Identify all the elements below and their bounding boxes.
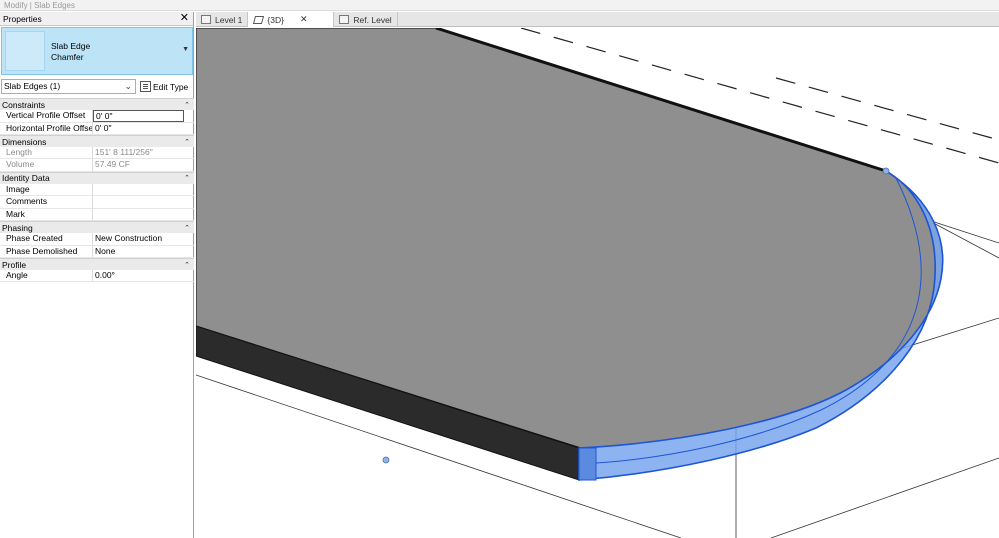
slab-edge-end-face <box>578 447 597 481</box>
tab-ref-level[interactable]: Ref. Level <box>334 12 398 27</box>
tab-label: Ref. Level <box>353 14 392 25</box>
chevron-down-icon: ⌄ <box>124 81 132 91</box>
vertical-profile-offset-input[interactable]: 0' 0" <box>93 110 184 122</box>
tab-3d[interactable]: {3D} ✕ <box>248 12 335 27</box>
collapse-chevron-icon[interactable]: ⌃ <box>184 224 190 232</box>
property-name: Angle <box>0 270 93 282</box>
edit-type-button[interactable]: Edit Type <box>140 79 192 94</box>
grip-point[interactable] <box>382 456 390 464</box>
property-row: Angle 0.00° <box>0 270 194 283</box>
floor-plan-icon <box>201 15 211 24</box>
grip-point[interactable] <box>882 167 890 175</box>
floor-plan-icon <box>339 15 350 24</box>
tab-level-1[interactable]: Level 1 <box>196 12 249 27</box>
property-row: Horizontal Profile Offset 0' 0" <box>0 122 194 135</box>
image-input[interactable] <box>93 184 184 195</box>
horizontal-profile-offset-input[interactable]: 0' 0" <box>93 123 184 134</box>
property-name: Length <box>0 147 93 159</box>
group-constraints[interactable]: Constraints ⌃ <box>0 98 194 111</box>
type-name: Chamfer <box>51 52 84 62</box>
3d-view-canvas[interactable] <box>196 28 999 538</box>
property-name: Vertical Profile Offset <box>0 110 93 122</box>
tab-label: {3D} <box>267 14 284 25</box>
3d-model-drawing <box>196 28 999 538</box>
collapse-chevron-icon[interactable]: ⌃ <box>184 101 190 109</box>
property-name: Comments <box>0 196 93 208</box>
property-row: Mark <box>0 208 194 221</box>
property-row: Phase Demolished None <box>0 245 194 258</box>
property-row: Vertical Profile Offset 0' 0" <box>0 110 194 123</box>
type-selector[interactable]: Slab Edge Chamfer ▼ <box>1 27 193 75</box>
property-row: Image <box>0 184 194 197</box>
properties-table: Constraints ⌃ Vertical Profile Offset 0' 0… <box>0 98 194 283</box>
phase-demolished-select[interactable]: None <box>93 246 184 257</box>
collapse-chevron-icon[interactable]: ⌃ <box>184 174 190 182</box>
mark-input[interactable] <box>93 209 184 220</box>
close-icon[interactable]: ✕ <box>180 13 189 24</box>
group-identity-data[interactable]: Identity Data ⌃ <box>0 171 194 185</box>
property-name: Volume <box>0 159 93 171</box>
property-name: Horizontal Profile Offset <box>0 122 93 134</box>
instance-filter-select[interactable]: Slab Edges (1) ⌄ <box>1 79 136 94</box>
properties-title: Properties <box>3 13 42 24</box>
window-title-bar: Modify | Slab Edges <box>0 0 999 11</box>
type-family-name: Slab Edge <box>51 41 91 51</box>
angle-input[interactable]: 0.00° <box>93 270 184 281</box>
properties-header: Properties ✕ <box>0 12 193 26</box>
edit-type-icon <box>140 81 151 92</box>
instance-filter-value: Slab Edges (1) <box>4 81 61 91</box>
property-name: Phase Demolished <box>0 245 93 257</box>
property-row: Phase Created New Construction <box>0 233 194 246</box>
properties-palette: Properties ✕ Slab Edge Chamfer ▼ Slab Ed… <box>0 12 194 538</box>
property-name: Mark <box>0 208 93 220</box>
instance-filter-row: Slab Edges (1) ⌄ Edit Type <box>0 78 194 98</box>
property-name: Phase Created <box>0 233 93 245</box>
group-phasing[interactable]: Phasing ⌃ <box>0 220 194 234</box>
property-name: Image <box>0 184 93 196</box>
property-row: Comments <box>0 196 194 209</box>
length-value: 151' 8 111/256" <box>95 147 153 158</box>
cube-3d-icon <box>253 15 263 24</box>
group-profile[interactable]: Profile ⌃ <box>0 257 194 271</box>
comments-input[interactable] <box>93 196 184 207</box>
property-row: Volume 57.49 CF <box>0 159 194 172</box>
collapse-chevron-icon[interactable]: ⌃ <box>184 261 190 269</box>
volume-value: 57.49 CF <box>95 159 130 170</box>
view-tabs: Level 1 {3D} ✕ Ref. Level <box>196 12 999 27</box>
close-tab-icon[interactable]: ✕ <box>300 14 308 25</box>
triangle-down-icon[interactable]: ▼ <box>182 46 189 53</box>
collapse-chevron-icon[interactable]: ⌃ <box>184 138 190 146</box>
tab-label: Level 1 <box>215 14 243 25</box>
type-preview-thumbnail <box>5 31 45 71</box>
phase-created-select[interactable]: New Construction <box>93 233 184 244</box>
edit-type-label: Edit Type <box>153 81 189 92</box>
group-dimensions[interactable]: Dimensions ⌃ <box>0 134 194 148</box>
property-row: Length 151' 8 111/256" <box>0 147 194 160</box>
